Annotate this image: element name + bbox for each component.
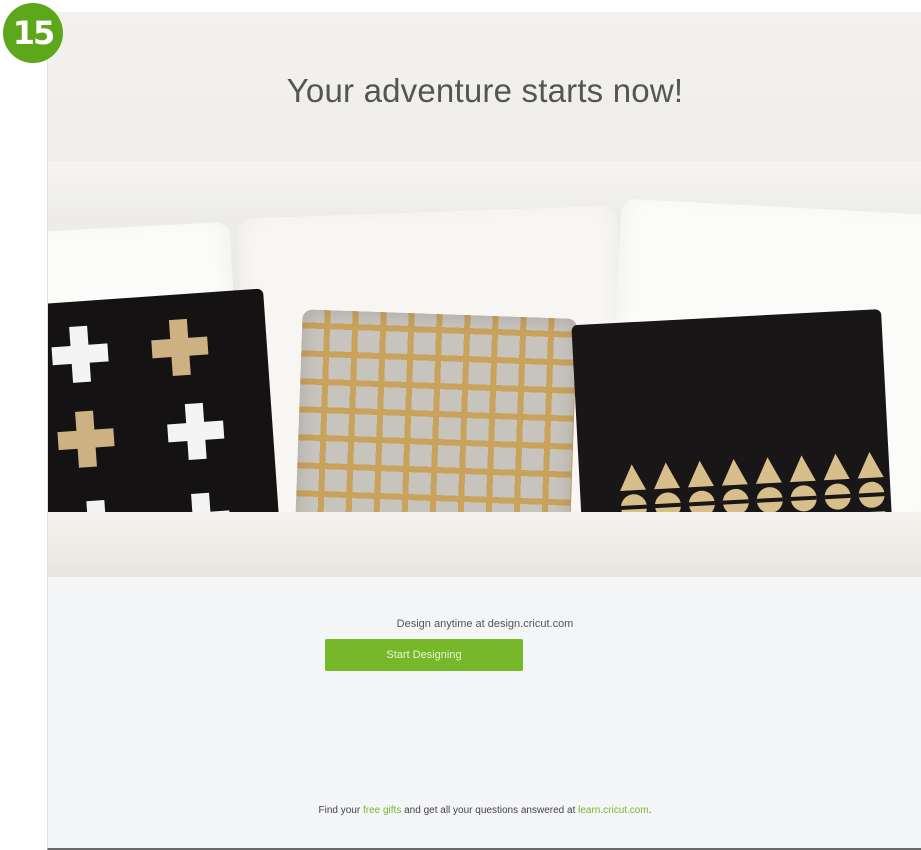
footer-text: Find your free gifts and get all your qu…	[48, 805, 921, 816]
cross-pattern	[166, 402, 226, 462]
cta-section: Design anytime at design.cricut.com Star…	[48, 577, 921, 848]
footer-middle: and get all your questions answered at	[401, 805, 579, 816]
cross-pattern	[50, 324, 110, 384]
footer-prefix: Find your	[318, 805, 363, 816]
cross-pattern	[56, 409, 116, 469]
cross-pattern	[150, 318, 210, 378]
step-number-badge: 15	[3, 3, 63, 63]
bed-surface	[48, 512, 921, 577]
learn-cricut-link[interactable]: learn.cricut.com	[578, 805, 649, 816]
hero-image: Your adventure starts now!	[48, 12, 921, 577]
hero-title: Your adventure starts now!	[286, 72, 684, 109]
welcome-panel: Your adventure starts now! Design anytim…	[47, 12, 921, 850]
start-designing-button[interactable]: Start Designing	[325, 639, 523, 671]
free-gifts-link[interactable]: free gifts	[363, 805, 401, 816]
design-url-text: Design anytime at design.cricut.com	[396, 618, 574, 630]
footer-suffix: .	[648, 805, 652, 816]
